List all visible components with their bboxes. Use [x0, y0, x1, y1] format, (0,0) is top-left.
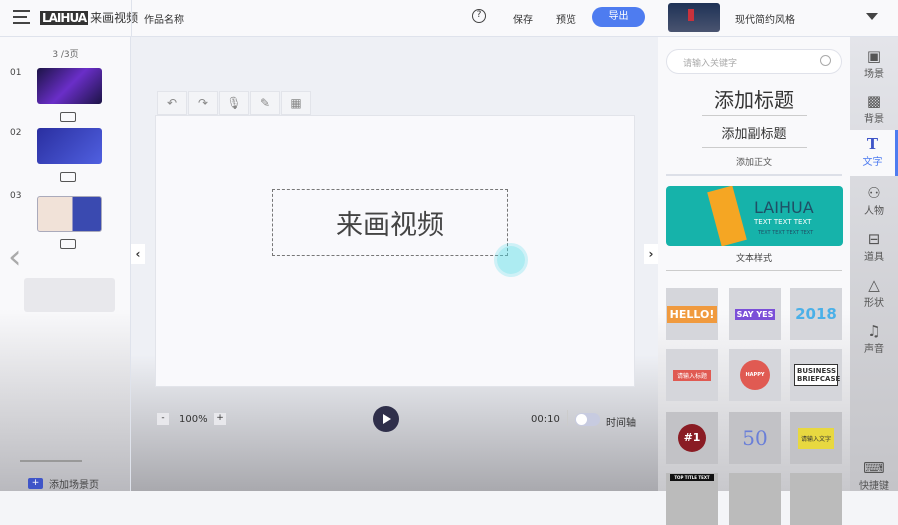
collapse-left-button[interactable]: ‹ — [131, 244, 145, 264]
header: LAIHUA 来画视频 作品名称 ? 保存 预览 导出 现代简约风格 — [0, 0, 898, 37]
right-tab-bar: ▣ 场景 ▩ 背景 T 文字 ⚇ 人物 ⊟ 道具 △ 形状 ♫ 声音 ⌨ 快捷键 — [850, 37, 898, 492]
tab-scene[interactable]: ▣ 场景 — [850, 47, 898, 80]
project-name[interactable]: 作品名称 — [144, 11, 184, 26]
style-tile[interactable]: SAY YES — [729, 288, 781, 340]
grid-icon[interactable]: ▦ — [281, 91, 311, 115]
text-panel: 请输入关键字 添加标题 添加副标题 添加正文 LAIHUA TEXT TEXT … — [658, 37, 850, 525]
add-scene-button[interactable]: + 添加场景页 — [28, 476, 99, 491]
timeline-toggle[interactable] — [575, 413, 600, 426]
tab-shapes[interactable]: △ 形状 — [850, 276, 898, 309]
search-icon[interactable] — [820, 55, 831, 66]
tab-shortcuts[interactable]: ⌨ 快捷键 — [850, 459, 898, 492]
style-tile[interactable]: 2018 — [790, 288, 842, 340]
add-subtitle-button[interactable]: 添加副标题 — [658, 123, 850, 142]
zoom-level: 100% — [179, 414, 208, 425]
tab-props[interactable]: ⊟ 道具 — [850, 230, 898, 263]
music-icon: ♫ — [867, 322, 881, 340]
redo-button[interactable]: ↷ — [188, 91, 218, 115]
style-tile[interactable]: 请输入标题 — [666, 349, 718, 401]
style-tile[interactable]: HELLO! — [666, 288, 718, 340]
undo-button[interactable]: ↶ — [157, 91, 187, 115]
add-body-button[interactable]: 添加正文 — [658, 155, 850, 168]
tab-characters[interactable]: ⚇ 人物 — [850, 184, 898, 217]
tab-text[interactable]: T 文字 — [850, 130, 898, 176]
keyboard-icon: ⌨ — [863, 459, 885, 477]
style-tile[interactable] — [790, 473, 842, 525]
styles-label: 文本样式 — [735, 254, 772, 264]
style-tile[interactable] — [729, 473, 781, 525]
add-title-button[interactable]: 添加标题 — [658, 84, 850, 113]
tab-sound[interactable]: ♫ 声音 — [850, 322, 898, 355]
people-icon: ⚇ — [867, 184, 881, 202]
timeline-label: 时间轴 — [606, 418, 636, 429]
style-tile[interactable]: BUSINESS BRIEFCASE — [790, 349, 842, 401]
scene-sidebar: 3 /3页 01 02 03 ‹ + 添加场景页 — [0, 37, 131, 491]
style-tile[interactable]: TOP TITLE TEXT — [666, 473, 718, 525]
page-indicator: 3 /3页 — [52, 50, 79, 60]
style-tile[interactable]: 请输入文字 — [790, 412, 842, 464]
play-icon — [383, 414, 391, 424]
briefcase-icon: ⊟ — [867, 230, 881, 248]
template-name[interactable]: 现代简约风格 — [735, 11, 795, 26]
scene-thumbnail[interactable] — [37, 128, 102, 164]
chevron-down-icon[interactable] — [866, 13, 878, 20]
collapse-right-button[interactable]: › — [644, 244, 658, 264]
zoom-out-button[interactable]: - — [157, 413, 169, 425]
chevron-left-icon[interactable]: ‹ — [8, 237, 22, 277]
shapes-icon: △ — [868, 276, 880, 294]
menu-icon[interactable] — [13, 10, 30, 24]
text-icon: T — [866, 135, 879, 153]
style-tile[interactable]: #1 — [666, 412, 718, 464]
duration: 00:10 — [531, 414, 560, 425]
microphone-icon[interactable]: 🎙 — [219, 91, 249, 115]
save-button[interactable]: 保存 — [513, 11, 533, 26]
scene-thumbnail[interactable] — [37, 196, 102, 232]
scene-placeholder — [24, 278, 115, 312]
cursor-indicator — [497, 246, 525, 274]
plus-icon: + — [28, 478, 43, 489]
export-button[interactable]: 导出 — [592, 7, 645, 27]
help-icon[interactable]: ? — [472, 9, 486, 23]
search-input[interactable]: 请输入关键字 — [666, 49, 842, 74]
transition-icon[interactable] — [60, 239, 76, 249]
play-button[interactable] — [373, 406, 399, 432]
logo: LAIHUA 来画视频 — [40, 11, 139, 25]
style-tile[interactable]: HAPPY — [729, 349, 781, 401]
pen-icon[interactable]: ✎ — [250, 91, 280, 115]
zoom-in-button[interactable]: + — [214, 413, 226, 425]
template-thumbnail[interactable] — [668, 3, 720, 32]
text-style-banner[interactable]: LAIHUA TEXT TEXT TEXT TEXT TEXT TEXT TEX… — [666, 186, 843, 246]
checker-icon: ▩ — [866, 92, 882, 110]
transition-icon[interactable] — [60, 172, 76, 182]
text-element[interactable]: 来画视频 — [272, 189, 508, 256]
style-tile[interactable]: 50 — [729, 412, 781, 464]
tab-background[interactable]: ▩ 背景 — [850, 92, 898, 125]
grid-icon: ▣ — [866, 47, 882, 65]
transition-icon[interactable] — [60, 112, 76, 122]
preview-button[interactable]: 预览 — [556, 11, 576, 26]
scene-thumbnail[interactable] — [37, 68, 102, 104]
